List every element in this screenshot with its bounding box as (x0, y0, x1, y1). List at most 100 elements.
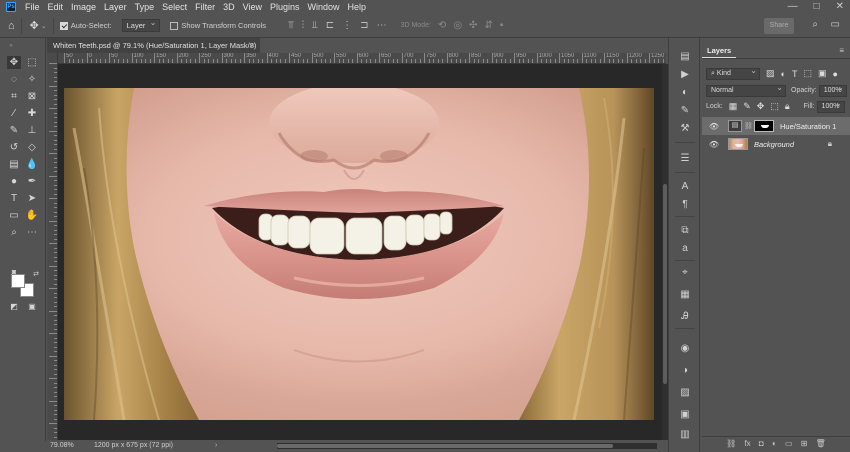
close-document-icon[interactable]: × (250, 38, 255, 53)
auto-select-checkbox[interactable] (59, 21, 68, 30)
type-tool-icon[interactable]: T (7, 192, 21, 205)
3d-roll-icon[interactable]: ◎ (453, 20, 462, 31)
menu-image[interactable]: Image (67, 0, 100, 14)
visibility-eye-icon[interactable]: 👁︎ (708, 140, 720, 149)
search-icon[interactable]: ⌕ (812, 19, 818, 30)
link-layers-icon[interactable]: ⛓︎ (726, 439, 736, 448)
visibility-eye-icon[interactable]: 👁︎ (708, 122, 720, 131)
layer-style-icon[interactable]: fx (744, 439, 750, 448)
history-brush-icon[interactable]: ↺ (7, 141, 21, 154)
new-layer-icon[interactable]: ⊞ (801, 439, 808, 448)
home-icon[interactable]: ⌂ (8, 20, 15, 32)
magic-wand-icon[interactable]: ✧ (25, 73, 39, 86)
collapse-arrows-icon[interactable]: » (4, 40, 18, 53)
share-button[interactable]: Share (764, 18, 794, 34)
frame-tool-icon[interactable]: ⊠ (25, 90, 39, 103)
vertical-scrollbar-thumb[interactable] (663, 184, 667, 384)
menu-select[interactable]: Select (158, 0, 191, 14)
menu-filter[interactable]: Filter (191, 0, 219, 14)
properties-panel-icon[interactable]: ☰ (678, 152, 692, 166)
filter-pixel-icon[interactable]: ▨ (766, 68, 775, 79)
dodge-tool-icon[interactable]: ● (7, 175, 21, 188)
align-right-icon[interactable]: ⊐ (360, 20, 368, 31)
auto-select-target-dropdown[interactable]: Layer (121, 17, 161, 32)
align-left-icon[interactable]: ⊏ (326, 20, 334, 31)
menu-window[interactable]: Window (304, 0, 344, 14)
adjust-panel-icon[interactable]: ◑ (678, 364, 692, 378)
status-menu-arrow[interactable]: › (215, 440, 217, 452)
filter-adjustment-icon[interactable]: ◐ (781, 69, 786, 79)
show-transform-checkbox[interactable] (170, 21, 179, 30)
horizontal-scrollbar[interactable] (277, 443, 657, 449)
menu-file[interactable]: File (21, 0, 44, 14)
lock-all-icon[interactable]: 🔒︎ (785, 101, 790, 112)
foreground-color-swatch[interactable] (11, 274, 25, 288)
paths-panel-icon[interactable]: ⌖ (678, 266, 692, 280)
artboard-tool-icon[interactable]: ⬚ (25, 56, 39, 69)
hand-tool-icon[interactable]: ✋ (25, 209, 39, 222)
color-panel-icon[interactable]: ◐ (678, 86, 692, 100)
menu-type[interactable]: Type (131, 0, 159, 14)
horizontal-scrollbar-thumb[interactable] (277, 444, 613, 448)
clone-stamp-icon[interactable]: ⊥ (25, 124, 39, 137)
3d-scale-icon[interactable]: ▪ (500, 20, 504, 31)
eraser-tool-icon[interactable]: ◇ (25, 141, 39, 154)
align-vcenter-icon[interactable]: ⫶ (302, 20, 305, 31)
styles-panel-icon[interactable]: ◉ (678, 342, 692, 356)
rectangle-tool-icon[interactable]: ▭ (7, 209, 21, 222)
character-panel-icon[interactable]: A (678, 180, 692, 194)
lock-transparency-icon[interactable]: ▦ (729, 101, 738, 112)
default-colors-icon[interactable]: ◩ (7, 300, 21, 313)
align-top-icon[interactable]: ⫪ (288, 20, 294, 31)
3d-slide-icon[interactable]: ⇵ (484, 20, 492, 31)
filter-shape-icon[interactable]: ⬚ (803, 68, 812, 79)
layer-row-background[interactable]: 👁︎ Background 🔒︎ (702, 135, 850, 153)
channels-panel-icon[interactable]: ▥ (678, 428, 692, 442)
lock-pixels-icon[interactable]: ✎ (743, 101, 751, 112)
healing-brush-icon[interactable]: ✚ (25, 107, 39, 120)
glyphs-panel-icon[interactable]: Ꭿ (678, 310, 692, 324)
blend-mode-dropdown[interactable]: Normal (706, 83, 786, 97)
menu-help[interactable]: Help (344, 0, 371, 14)
zoom-level[interactable]: 79.08% (50, 440, 74, 452)
menu-layer[interactable]: Layer (100, 0, 131, 14)
libraries-panel-icon[interactable]: ▣ (678, 408, 692, 422)
eyedropper-icon[interactable]: ⁄ (7, 107, 21, 120)
close-window-button[interactable]: ✕ (836, 0, 844, 14)
paragraph-panel-icon[interactable]: ¶ (678, 198, 692, 212)
glyphs-icon[interactable]: a (678, 242, 692, 256)
filter-kind-dropdown[interactable]: ⌕ Kind (706, 66, 760, 80)
link-chain-icon[interactable]: ⛓︎ (744, 122, 753, 130)
add-mask-icon[interactable]: ◘ (759, 439, 764, 448)
document-tab[interactable]: Whiten Teeth.psd @ 79.1% (Hue/Saturation… (47, 38, 260, 53)
delete-layer-icon[interactable]: 🗑︎ (816, 439, 826, 448)
align-hcenter-icon[interactable]: ⋮ (342, 20, 352, 31)
brush-tool-icon[interactable]: ✎ (7, 124, 21, 137)
crop-tool-icon[interactable]: ⌗ (7, 90, 21, 103)
menu-view[interactable]: View (239, 0, 266, 14)
filter-toggle-icon[interactable]: ● (832, 69, 837, 79)
layer-row-hue-saturation[interactable]: 👁︎ ▤ ⛓︎ Hue/Saturation 1 (702, 117, 850, 135)
move-tool-icon[interactable]: ✥ (7, 56, 21, 69)
adjustments-icon[interactable]: ⚒ (678, 122, 692, 136)
clone-source-icon[interactable]: ⧉ (678, 224, 692, 238)
path-selection-icon[interactable]: ➤ (25, 192, 39, 205)
blur-tool-icon[interactable]: 💧 (25, 158, 39, 171)
lasso-tool-icon[interactable]: ◌ (7, 73, 21, 86)
new-adjustment-icon[interactable]: ◐ (772, 439, 777, 448)
3d-rotate-icon[interactable]: ⟲ (438, 20, 446, 31)
actions-play-icon[interactable]: ▶ (678, 68, 692, 82)
maximize-button[interactable]: □ (814, 0, 820, 14)
move-tool-icon[interactable]: ✥ (30, 19, 39, 32)
swatches-icon[interactable]: ▦ (678, 288, 692, 302)
filter-smart-icon[interactable]: ▣ (818, 68, 827, 79)
new-group-icon[interactable]: ▭ (785, 439, 793, 448)
opacity-field[interactable]: 100% (818, 83, 847, 97)
pen-tool-icon[interactable]: ✒ (25, 175, 39, 188)
workspace-icon[interactable]: ▭ (831, 19, 840, 30)
panel-menu-icon[interactable]: ≡ (839, 46, 844, 55)
lock-artboard-icon[interactable]: ⬚ (770, 101, 779, 112)
menu-plugins[interactable]: Plugins (266, 0, 304, 14)
align-bottom-icon[interactable]: ⫫ (312, 20, 318, 31)
filter-type-icon[interactable]: T (792, 69, 798, 79)
